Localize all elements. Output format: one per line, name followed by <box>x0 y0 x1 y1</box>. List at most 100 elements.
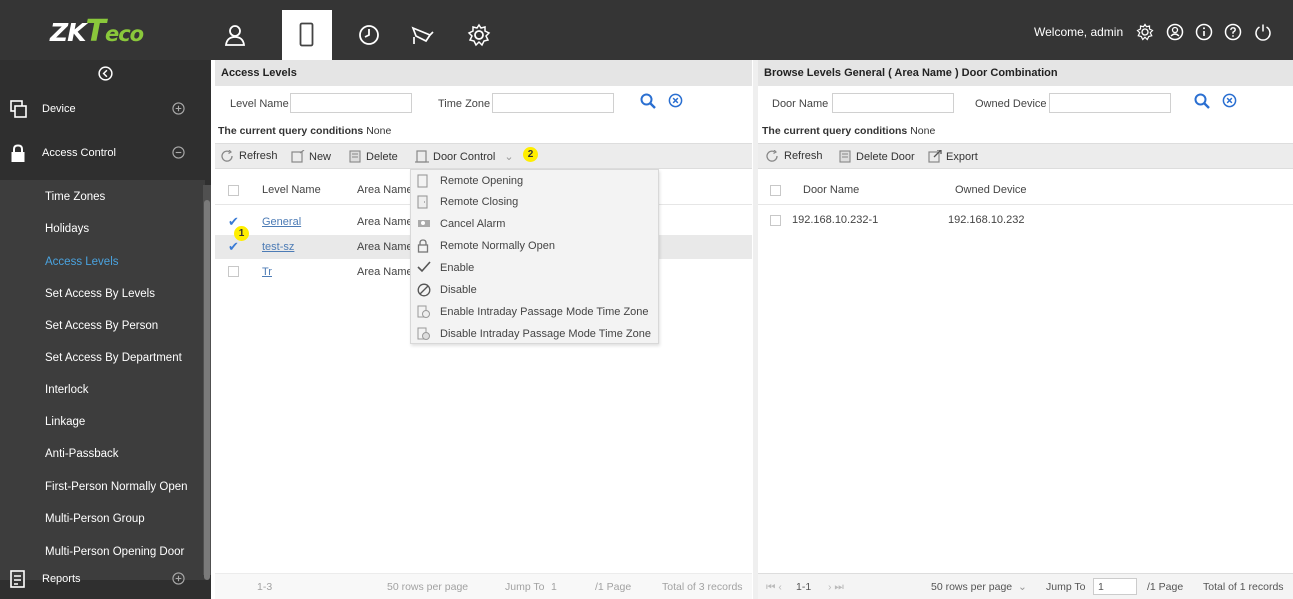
door-name-label: Door Name <box>772 98 829 110</box>
zkteco-logo: ZKTeco <box>50 14 144 49</box>
sidebar-item-set-access-by-person[interactable]: Set Access By Person <box>45 320 158 332</box>
page-range: 1-3 <box>257 581 273 593</box>
door-name-input[interactable] <box>832 93 954 113</box>
menu-item-remote-closing[interactable]: Remote Closing <box>411 191 658 213</box>
check-icon <box>417 261 431 275</box>
menu-item-enable-intraday-passage[interactable]: Enable Intraday Passage Mode Time Zone <box>411 301 658 323</box>
sidebar-cat-reports[interactable]: Reports <box>0 560 211 599</box>
search-icon[interactable] <box>640 93 656 112</box>
door-control-menu: Remote Opening Remote Closing Cancel Ala… <box>410 169 659 344</box>
sidebar-item-interlock[interactable]: Interlock <box>45 384 88 396</box>
sidebar-item-access-levels[interactable]: Access Levels <box>45 256 119 268</box>
col-area-name[interactable]: Area Name <box>357 184 413 196</box>
row-checkbox[interactable] <box>770 215 781 226</box>
sidebar-item-time-zones[interactable]: Time Zones <box>45 191 105 203</box>
refresh-button[interactable]: Refresh <box>221 150 278 162</box>
delete-button[interactable]: Delete <box>348 150 398 163</box>
record-total: Total of 3 records <box>662 581 743 593</box>
sidebar: Device Access Control Time Zones Holiday… <box>0 60 211 599</box>
jump-to-input[interactable]: 1 <box>1093 578 1137 595</box>
power-icon[interactable] <box>1254 23 1272 44</box>
menu-item-cancel-alarm[interactable]: Cancel Alarm <box>411 213 658 235</box>
menu-item-remote-normally-open[interactable]: Remote Normally Open <box>411 235 658 257</box>
row-checkbox-checked[interactable]: ✔ <box>228 239 239 255</box>
time-zone-label: Time Zone <box>438 98 491 110</box>
delete-door-button[interactable]: Delete Door <box>838 150 915 163</box>
select-all-checkbox[interactable] <box>228 185 239 196</box>
jump-to-label: Jump To <box>505 581 545 593</box>
disable-passage-icon <box>417 327 431 341</box>
sidebar-item-anti-passback[interactable]: Anti-Passback <box>45 448 119 460</box>
col-level-name[interactable]: Level Name <box>262 184 321 196</box>
panel-divider[interactable] <box>753 60 758 599</box>
page-total: /1 Page <box>1147 581 1184 593</box>
personnel-nav-icon[interactable] <box>210 10 260 60</box>
sidebar-item-set-access-by-levels[interactable]: Set Access By Levels <box>45 288 155 300</box>
search-icon[interactable] <box>1194 93 1210 112</box>
sidebar-scroll-thumb[interactable] <box>204 200 210 580</box>
lock-icon <box>10 144 26 166</box>
expand-icon[interactable] <box>172 102 185 118</box>
first-page-icon[interactable]: ⏮ ‹ <box>766 581 782 594</box>
callout-marker-1: 1 <box>234 226 249 241</box>
left-pagination: 1-3 50 rows per page Jump To 1 /1 Page T… <box>215 573 752 599</box>
level-name-link[interactable]: Tr <box>262 266 272 278</box>
sidebar-item-first-person-normally-open[interactable]: First-Person Normally Open <box>45 481 188 493</box>
menu-item-disable-intraday-passage[interactable]: Disable Intraday Passage Mode Time Zone <box>411 323 658 345</box>
menu-item-remote-opening[interactable]: Remote Opening <box>411 170 658 192</box>
level-name-link[interactable]: General <box>262 216 301 228</box>
settings-icon[interactable] <box>1136 23 1154 44</box>
sidebar-item-holidays[interactable]: Holidays <box>45 223 89 235</box>
clear-search-icon[interactable] <box>668 93 683 111</box>
time-zone-input[interactable] <box>492 93 614 113</box>
expand-icon[interactable] <box>172 572 185 588</box>
sidebar-item-set-access-by-department[interactable]: Set Access By Department <box>45 352 182 364</box>
clear-search-icon[interactable] <box>1222 93 1237 111</box>
sidebar-item-multi-person-opening-door[interactable]: Multi-Person Opening Door <box>45 546 184 558</box>
level-name-input[interactable] <box>290 93 412 113</box>
sidebar-item-multi-person-group[interactable]: Multi-Person Group <box>45 513 145 525</box>
rows-per-page-select[interactable]: 50 rows per page <box>387 581 468 593</box>
owned-device-input[interactable] <box>1049 93 1171 113</box>
door-control-button[interactable]: Door Control ⌄ <box>415 150 514 163</box>
sidebar-cat-device[interactable]: Device <box>0 90 211 130</box>
refresh-button[interactable]: Refresh <box>766 150 823 162</box>
normally-open-icon <box>417 239 431 253</box>
next-page-icon[interactable]: › ⏭ <box>828 581 844 594</box>
door-combination-title: Browse Levels General ( Area Name ) Door… <box>758 60 1293 86</box>
level-name-link[interactable]: test-sz <box>262 241 294 253</box>
sidebar-cat-access-control[interactable]: Access Control <box>0 134 211 174</box>
attendance-nav-icon[interactable] <box>344 10 394 60</box>
help-icon[interactable] <box>1224 23 1242 44</box>
col-door-name[interactable]: Door Name <box>803 184 859 196</box>
export-icon <box>928 150 942 163</box>
welcome-text: Welcome, admin <box>1034 25 1124 39</box>
access-nav-icon[interactable] <box>282 10 332 60</box>
doors-table-header: Door Name Owned Device <box>758 175 1293 205</box>
collapse-sidebar-icon[interactable] <box>98 66 113 84</box>
col-owned-device[interactable]: Owned Device <box>955 184 1027 196</box>
export-button[interactable]: Export <box>928 150 978 163</box>
collapse-icon[interactable] <box>172 146 185 162</box>
system-nav-icon[interactable] <box>454 10 504 60</box>
jump-to-input[interactable]: 1 <box>551 581 557 593</box>
chevron-down-icon[interactable]: ⌄ <box>504 150 513 163</box>
access-control-submenu: Time Zones Holidays Access Levels Set Ac… <box>0 180 205 580</box>
sidebar-item-linkage[interactable]: Linkage <box>45 416 85 428</box>
table-row[interactable]: 192.168.10.232-1 192.168.10.232 <box>758 208 1293 232</box>
query-conditions: The current query conditions None <box>218 125 392 137</box>
chevron-down-icon[interactable]: ⌄ <box>1018 581 1027 593</box>
remote-opening-icon <box>417 174 431 188</box>
row-checkbox[interactable] <box>228 266 239 277</box>
delete-icon <box>839 150 851 163</box>
menu-item-disable[interactable]: Disable <box>411 279 658 301</box>
page-total: /1 Page <box>595 581 632 593</box>
video-nav-icon[interactable] <box>398 10 448 60</box>
rows-per-page-select[interactable]: 50 rows per page <box>931 581 1012 593</box>
menu-item-enable[interactable]: Enable <box>411 257 658 279</box>
new-button[interactable]: New <box>291 150 331 163</box>
select-all-checkbox[interactable] <box>770 185 781 196</box>
page-range: 1-1 <box>796 581 812 593</box>
account-icon[interactable] <box>1166 23 1184 44</box>
info-icon[interactable] <box>1195 23 1213 44</box>
